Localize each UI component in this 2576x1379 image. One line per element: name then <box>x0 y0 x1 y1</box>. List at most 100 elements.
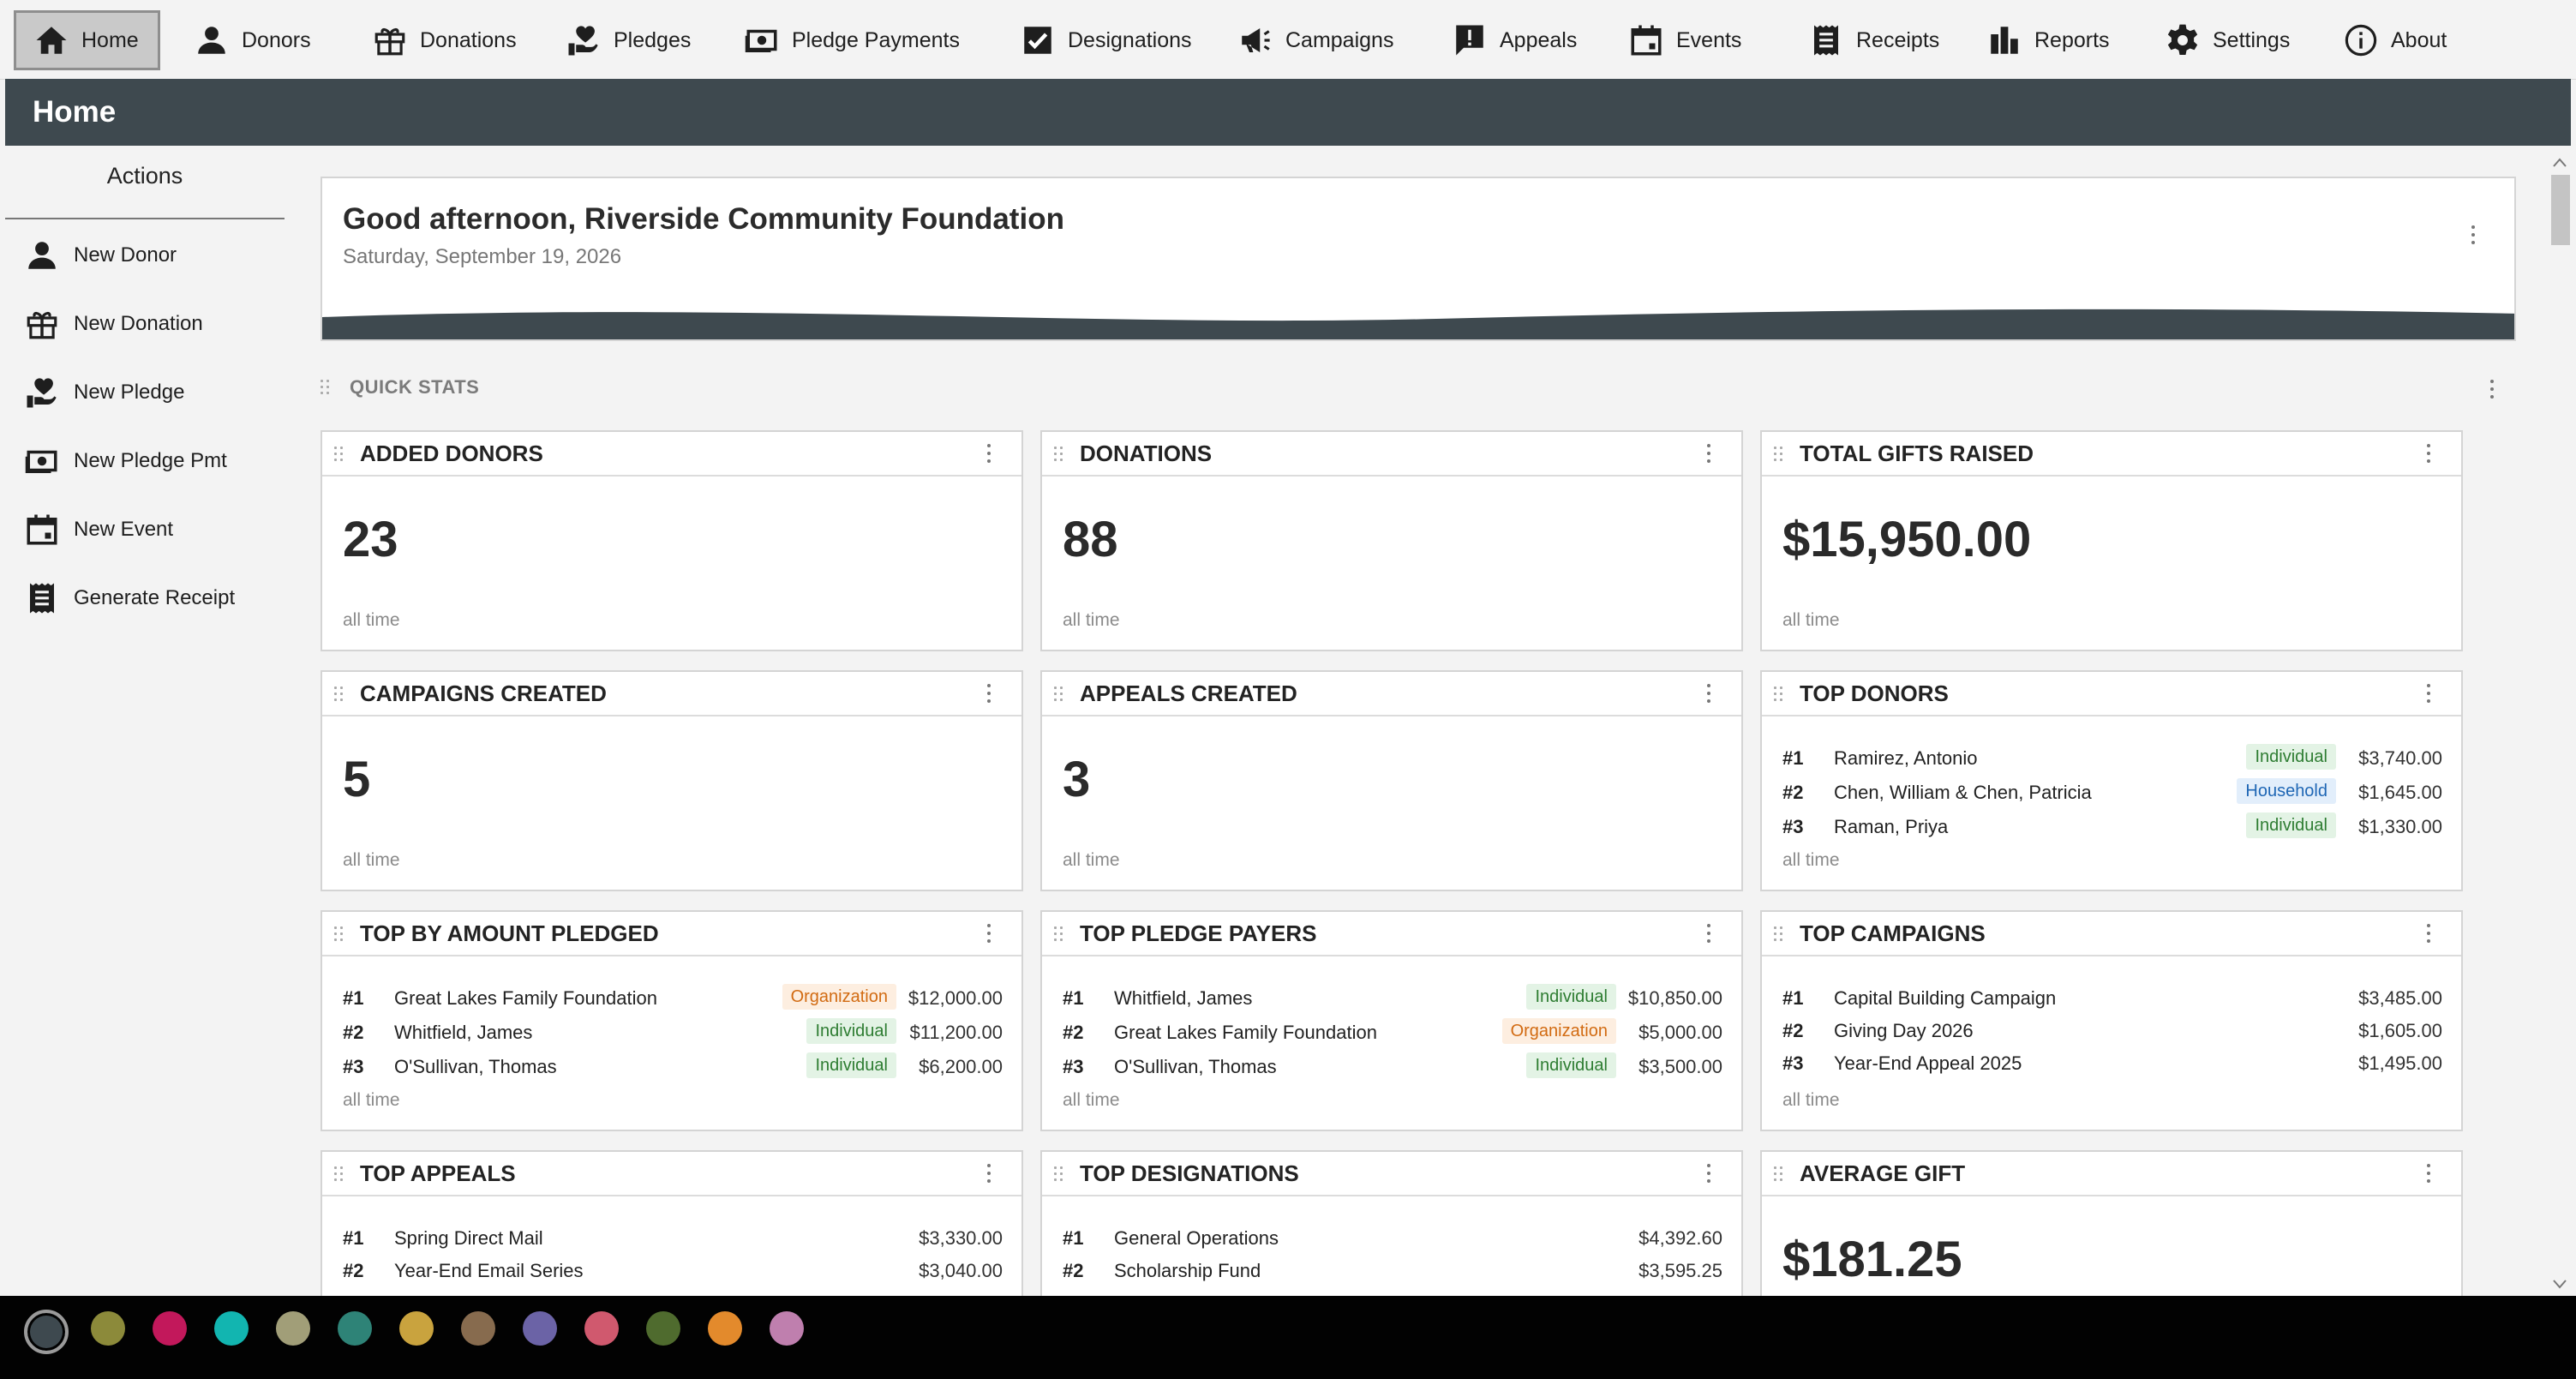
nav-donors[interactable]: Donors <box>194 15 311 65</box>
ranking-row[interactable]: #1 General Operations $4,392.60 <box>1063 1220 1722 1253</box>
theme-swatch[interactable] <box>153 1311 187 1346</box>
action-label: New Event <box>74 518 174 541</box>
ranking-row[interactable]: #3 Year-End Appeal 2025 $1,495.00 <box>1782 1046 2442 1078</box>
stat-value: $15,950.00 <box>1782 512 2032 567</box>
greeting-menu-icon[interactable] <box>2463 223 2483 249</box>
page-title: Home <box>33 95 117 129</box>
scroll-down-icon[interactable] <box>2551 1277 2568 1291</box>
nav-appeals[interactable]: Appeals <box>1452 15 1577 65</box>
nav-label: Designations <box>1068 27 1192 52</box>
drag-handle-icon[interactable] <box>1054 1166 1064 1182</box>
card-menu-icon[interactable] <box>979 921 999 947</box>
action-new-pledge[interactable]: New Pledge <box>24 367 184 418</box>
drag-handle-icon[interactable] <box>1774 687 1784 702</box>
stat-value: 5 <box>343 752 371 807</box>
ranking-row[interactable]: #1 Capital Building Campaign $3,485.00 <box>1782 980 2442 1013</box>
drag-handle-icon[interactable] <box>1054 447 1064 462</box>
theme-swatch[interactable] <box>338 1311 372 1346</box>
action-new-pledge-payment[interactable]: New Pledge Pmt <box>24 435 227 487</box>
nav-label: About <box>2391 27 2447 52</box>
drag-handle-icon[interactable] <box>334 926 344 942</box>
scroll-up-icon[interactable] <box>2551 156 2568 170</box>
theme-swatch[interactable] <box>461 1311 495 1346</box>
card-menu-icon[interactable] <box>2418 921 2439 947</box>
drag-handle-icon[interactable] <box>1774 926 1784 942</box>
card-title: ADDED DONORS <box>360 441 543 466</box>
card-menu-icon[interactable] <box>979 441 999 467</box>
theme-swatch[interactable] <box>708 1311 742 1346</box>
ranking-row[interactable]: #2 Whitfield, James Individual $11,200.00 <box>343 1015 1003 1049</box>
ranking-row[interactable]: #2 Year-End Email Series $3,040.00 <box>343 1253 1003 1286</box>
amount: $3,330.00 <box>919 1227 1003 1249</box>
drag-handle-icon[interactable] <box>334 1166 344 1182</box>
card-menu-icon[interactable] <box>2418 681 2439 707</box>
hand-heart-icon <box>568 26 598 56</box>
nav-campaigns[interactable]: Campaigns <box>1237 15 1393 65</box>
action-generate-receipt[interactable]: Generate Receipt <box>24 573 235 624</box>
nav-donations[interactable]: Donations <box>372 15 517 65</box>
nav-designations[interactable]: Designations <box>1020 15 1192 65</box>
card-menu-icon[interactable] <box>2418 441 2439 467</box>
nav-about[interactable]: About <box>2343 15 2447 65</box>
rank-number: #1 <box>1782 747 1804 769</box>
calendar-icon <box>27 514 57 545</box>
ranking-row[interactable]: #1 Great Lakes Family Foundation Organizat… <box>343 980 1003 1015</box>
theme-swatch[interactable] <box>276 1311 310 1346</box>
action-new-donation[interactable]: New Donation <box>24 298 203 350</box>
theme-swatch[interactable] <box>584 1311 619 1346</box>
drag-handle-icon[interactable] <box>1774 1166 1784 1182</box>
stat-card-total-gifts: TOTAL GIFTS RAISED $15,950.00 all time <box>1760 430 2463 651</box>
drag-handle-icon[interactable] <box>1774 447 1784 462</box>
quick-stats-menu-icon[interactable] <box>2482 377 2502 403</box>
ranking-row[interactable]: #3 Raman, Priya Individual $1,330.00 <box>1782 809 2442 843</box>
ranking-row[interactable]: #2 Chen, William & Chen, Patricia Househol… <box>1782 775 2442 809</box>
nav-settings[interactable]: Settings <box>2165 15 2290 65</box>
rank-number: #2 <box>343 1260 364 1281</box>
nav-receipts[interactable]: Receipts <box>1808 15 1939 65</box>
nav-home[interactable]: Home <box>14 10 160 70</box>
drag-handle-icon[interactable] <box>334 447 344 462</box>
divider <box>5 218 285 219</box>
ranking-row[interactable]: #2 Giving Day 2026 $1,605.00 <box>1782 1013 2442 1046</box>
ranking-row[interactable]: #1 Whitfield, James Individual $10,850.00 <box>1063 980 1722 1015</box>
theme-swatch[interactable] <box>91 1311 125 1346</box>
wave-decoration <box>322 309 2514 339</box>
theme-swatch[interactable] <box>24 1310 69 1354</box>
ranking-row[interactable]: #2 Scholarship Fund $3,595.25 <box>1063 1253 1722 1286</box>
action-new-event[interactable]: New Event <box>24 504 173 555</box>
card-menu-icon[interactable] <box>1698 921 1719 947</box>
nav-reports[interactable]: Reports <box>1986 15 2110 65</box>
donor-name: Great Lakes Family Foundation <box>1114 1022 1377 1043</box>
nav-pledge-payments[interactable]: Pledge Payments <box>744 15 960 65</box>
card-menu-icon[interactable] <box>979 681 999 707</box>
drag-handle-icon[interactable] <box>321 380 331 395</box>
drag-handle-icon[interactable] <box>1054 926 1064 942</box>
ranking-row[interactable]: #3 O'Sullivan, Thomas Individual $3,500.00 <box>1063 1049 1722 1083</box>
rank-number: #3 <box>343 1056 364 1077</box>
stat-card-top-donors: TOP DONORS #1 Ramirez, Antonio Individual $… <box>1760 670 2463 891</box>
action-new-donor[interactable]: New Donor <box>24 230 177 281</box>
drag-handle-icon[interactable] <box>1054 687 1064 702</box>
scroll-thumb[interactable] <box>2551 175 2570 245</box>
ranking-row[interactable]: #1 Ramirez, Antonio Individual $3,740.00 <box>1782 740 2442 775</box>
card-menu-icon[interactable] <box>1698 441 1719 467</box>
card-menu-icon[interactable] <box>1698 681 1719 707</box>
theme-swatch[interactable] <box>770 1311 804 1346</box>
cash-icon <box>745 29 777 52</box>
stat-period: all time <box>1782 610 1840 630</box>
ranking-row[interactable]: #1 Spring Direct Mail $3,330.00 <box>343 1220 1003 1253</box>
theme-swatch[interactable] <box>399 1311 434 1346</box>
card-menu-icon[interactable] <box>1698 1161 1719 1187</box>
drag-handle-icon[interactable] <box>334 687 344 702</box>
ranking-row[interactable]: #3 O'Sullivan, Thomas Individual $6,200.00 <box>343 1049 1003 1083</box>
nav-events[interactable]: Events <box>1628 15 1741 65</box>
campaign-name: Giving Day 2026 <box>1834 1020 1974 1041</box>
theme-swatch[interactable] <box>523 1311 557 1346</box>
nav-pledges[interactable]: Pledges <box>566 15 691 65</box>
card-menu-icon[interactable] <box>2418 1161 2439 1187</box>
ranking-row[interactable]: #2 Great Lakes Family Foundation Organizat… <box>1063 1015 1722 1049</box>
vertical-scrollbar[interactable] <box>2547 146 2573 1296</box>
theme-swatch[interactable] <box>646 1311 680 1346</box>
theme-swatch[interactable] <box>214 1311 249 1346</box>
card-menu-icon[interactable] <box>979 1161 999 1187</box>
